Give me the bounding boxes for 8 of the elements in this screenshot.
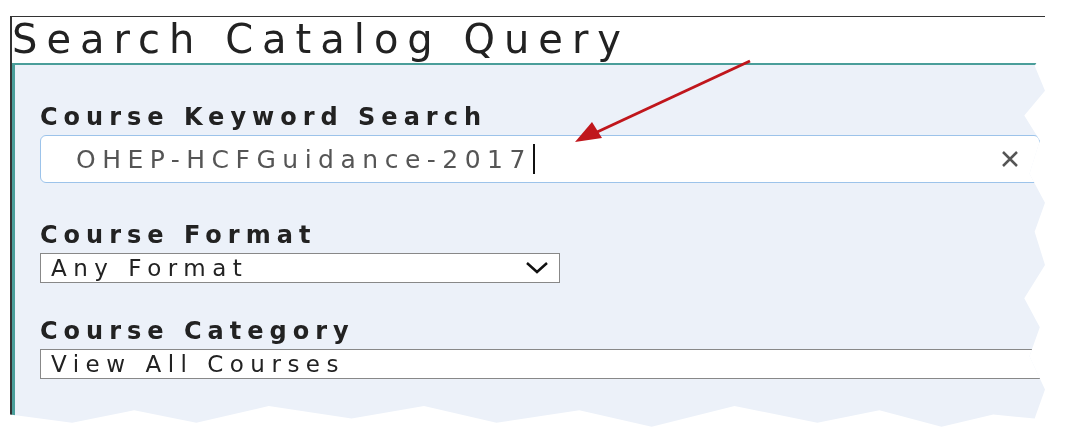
field-label: Course Category: [40, 317, 356, 345]
chevron-down-icon: [525, 261, 549, 275]
field-label: Course Keyword Search: [40, 103, 488, 131]
clear-icon[interactable]: [1001, 150, 1019, 168]
keyword-search-field[interactable]: OHEP-HCFGuidance-2017: [40, 135, 1040, 183]
format-dropdown[interactable]: Any Format: [40, 253, 560, 283]
field-label: Course Format: [40, 221, 318, 249]
page-title: Search Catalog Query: [12, 17, 632, 63]
